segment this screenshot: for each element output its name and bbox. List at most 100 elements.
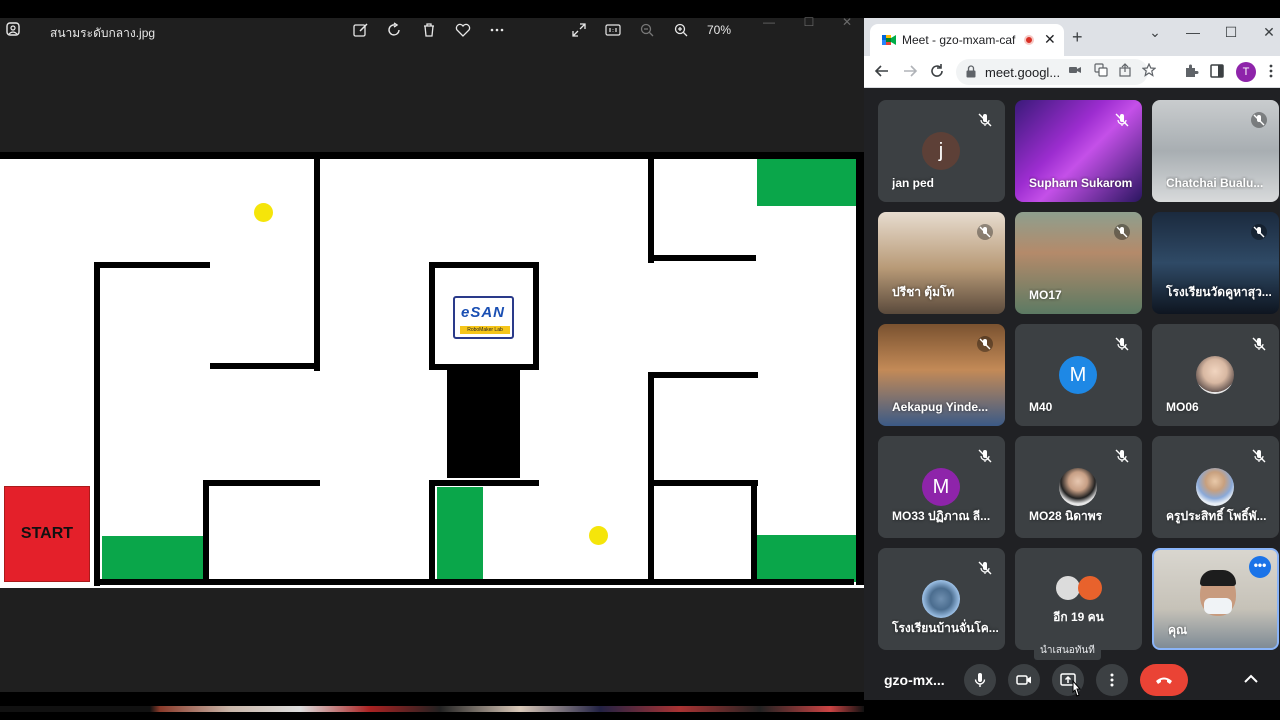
tab-strip: Meet - gzo-mxam-caf ✕ + ⌄ — ☐ ✕ xyxy=(864,18,1280,56)
actual-size-icon[interactable] xyxy=(604,22,622,40)
new-tab-icon[interactable]: + xyxy=(1072,27,1083,48)
forward-icon[interactable] xyxy=(901,63,919,81)
leave-call-button[interactable] xyxy=(1140,664,1188,696)
meet-grid: j jan ped Supharn Sukarom Chatchai Bualu… xyxy=(864,89,1280,700)
minimize-icon[interactable]: — xyxy=(1184,24,1202,40)
camera-icon xyxy=(1016,675,1031,685)
self-video xyxy=(1200,570,1236,586)
close-icon[interactable]: ✕ xyxy=(1260,24,1278,41)
maximize-icon[interactable]: ☐ xyxy=(1222,24,1240,41)
profile-avatar[interactable]: T xyxy=(1236,62,1256,82)
zoom-in-icon[interactable] xyxy=(672,22,690,40)
side-panel-icon[interactable] xyxy=(1208,63,1226,81)
green-zone xyxy=(102,536,205,582)
participant-tile[interactable]: MO17 xyxy=(1015,212,1142,314)
translate-icon[interactable] xyxy=(1092,63,1110,81)
participant-tile[interactable]: j jan ped xyxy=(878,100,1005,202)
maze-wall xyxy=(648,480,758,486)
maze-wall xyxy=(94,579,854,585)
black-block xyxy=(447,370,520,478)
address-bar[interactable]: meet.googl... xyxy=(956,59,1157,85)
avatar xyxy=(1059,468,1097,506)
participant-tile[interactable]: Chatchai Bualu... xyxy=(1152,100,1279,202)
minimize-icon[interactable]: — xyxy=(762,15,776,29)
background-strip xyxy=(0,706,864,712)
esan-logo: eSAN RoboMaker Lab xyxy=(453,296,514,339)
recording-indicator-icon xyxy=(1024,35,1034,45)
participant-name: MO17 xyxy=(1029,288,1062,302)
zoom-level[interactable]: 70% xyxy=(707,23,731,37)
share-icon[interactable] xyxy=(1116,63,1134,81)
rotate-icon[interactable] xyxy=(386,22,404,40)
meet-favicon-icon xyxy=(882,35,896,45)
more-options-button[interactable] xyxy=(1096,664,1128,696)
screen: สนามระดับกลาง.jpg 70% — ☐ ✕ eSAN RoboMak… xyxy=(0,0,1280,720)
photo-viewer-window: สนามระดับกลาง.jpg 70% — ☐ ✕ eSAN RoboMak… xyxy=(0,15,864,712)
edit-icon[interactable] xyxy=(352,22,370,40)
close-icon[interactable]: ✕ xyxy=(840,15,854,29)
tab-meet[interactable]: Meet - gzo-mxam-caf ✕ xyxy=(870,24,1064,56)
participant-tile[interactable]: M MO33 ปฏิภาณ ลี... xyxy=(878,436,1005,538)
viewer-titlebar: สนามระดับกลาง.jpg 70% — ☐ ✕ xyxy=(0,15,864,44)
mic-off-icon xyxy=(1251,224,1267,240)
zoom-out-icon[interactable] xyxy=(638,22,656,40)
browser-toolbar: meet.googl... T xyxy=(864,56,1280,88)
participant-name: ครูประสิทธิ์ โพธิ์พั... xyxy=(1166,509,1267,523)
maze-wall xyxy=(856,159,864,585)
favorite-icon[interactable] xyxy=(454,22,472,40)
green-zone xyxy=(757,159,857,206)
avatar: M xyxy=(1059,356,1097,394)
maze-wall xyxy=(94,262,100,586)
mic-off-icon xyxy=(1114,224,1130,240)
participant-name: Supharn Sukarom xyxy=(1029,176,1133,190)
maze-wall xyxy=(203,480,209,584)
participant-tile[interactable]: ครูประสิทธิ์ โพธิ์พั... xyxy=(1152,436,1279,538)
mic-off-icon xyxy=(1115,449,1129,463)
participant-name: MO33 ปฏิภาณ ลี... xyxy=(892,509,991,523)
more-options-icon[interactable]: ••• xyxy=(1249,556,1271,578)
participant-name: คุณ xyxy=(1168,623,1188,637)
camera-button[interactable] xyxy=(1008,664,1040,696)
fullscreen-icon[interactable] xyxy=(570,22,588,40)
self-tile[interactable]: ••• คุณ xyxy=(1152,548,1279,650)
participant-tile[interactable]: โรงเรียนวัดคูหาสุว... xyxy=(1152,212,1279,314)
chrome-menu-icon[interactable] xyxy=(1262,63,1280,81)
extensions-icon[interactable] xyxy=(1182,63,1200,81)
photo-app-icon xyxy=(4,22,22,40)
maze-wall xyxy=(314,159,320,371)
delete-icon[interactable] xyxy=(420,22,438,40)
maze-wall xyxy=(648,372,758,378)
participant-tile[interactable]: ปรีชา ตุ้มโท xyxy=(878,212,1005,314)
participant-tile[interactable]: MO28 นิดาพร xyxy=(1015,436,1142,538)
participant-tile[interactable]: Supharn Sukarom xyxy=(1015,100,1142,202)
meeting-code[interactable]: gzo-mx... xyxy=(884,672,945,688)
mic-off-icon xyxy=(977,336,993,352)
mic-off-icon xyxy=(1115,113,1129,127)
mic-button[interactable] xyxy=(964,664,996,696)
maximize-icon[interactable]: ☐ xyxy=(802,15,816,29)
participant-tile[interactable]: MO06 xyxy=(1152,324,1279,426)
yellow-target-dot xyxy=(589,526,608,545)
mic-off-icon xyxy=(1115,337,1129,351)
more-icon[interactable] xyxy=(488,22,506,40)
participant-name: Aekapug Yinde... xyxy=(892,400,989,414)
bookmark-star-icon[interactable] xyxy=(1140,62,1158,81)
maze-wall xyxy=(751,480,757,584)
participant-tile[interactable]: โรงเรียนบ้านจั่นโค... xyxy=(878,548,1005,650)
participant-tile[interactable]: Aekapug Yinde... xyxy=(878,324,1005,426)
tab-search-icon[interactable]: ⌄ xyxy=(1146,24,1164,41)
camera-icon[interactable] xyxy=(1066,63,1084,81)
others-tile[interactable]: อีก 19 คน xyxy=(1015,548,1142,650)
participant-tile[interactable]: M M40 xyxy=(1015,324,1142,426)
chevron-up-icon[interactable] xyxy=(1242,670,1260,688)
back-icon[interactable] xyxy=(873,63,891,81)
participant-name: Chatchai Bualu... xyxy=(1166,176,1264,190)
tab-close-icon[interactable]: ✕ xyxy=(1044,31,1056,48)
avatar xyxy=(1196,356,1234,394)
maze-wall xyxy=(429,262,539,268)
reload-icon[interactable] xyxy=(928,63,946,81)
maze-wall xyxy=(203,480,320,486)
participant-name: โรงเรียนวัดคูหาสุว... xyxy=(1166,285,1272,299)
maze-wall xyxy=(648,372,654,584)
chrome-window: Meet - gzo-mxam-caf ✕ + ⌄ — ☐ ✕ meet.goo… xyxy=(864,18,1280,700)
